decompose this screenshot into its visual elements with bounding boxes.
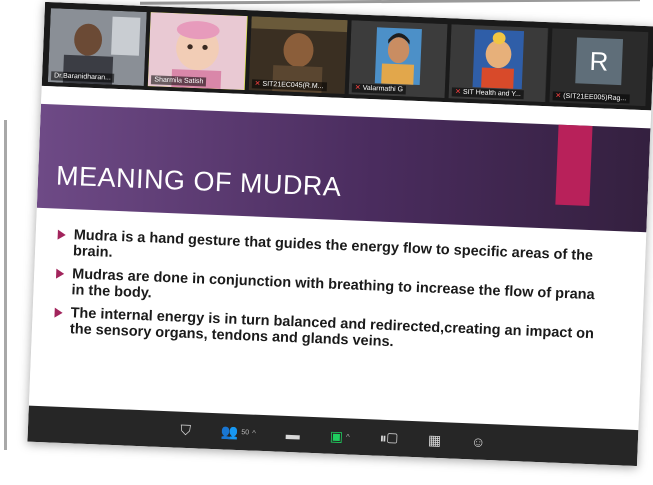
muted-mic-icon: ✕ (354, 84, 361, 92)
muted-mic-icon: ✕ (555, 92, 562, 100)
participant-avatar-initial: R (575, 37, 623, 86)
participant-tile[interactable]: R ✕ (SIT21EE005)Rag... (549, 28, 649, 107)
muted-mic-icon: ✕ (254, 80, 261, 88)
chevron-up-icon[interactable]: ^ (252, 428, 256, 437)
participant-tile[interactable]: ✕ SIT21EC045(R.M... (248, 16, 348, 95)
slide-bullet-list: Mudra is a hand gesture that guides the … (53, 227, 597, 366)
participants-button[interactable]: 👥 50 ^ (221, 423, 257, 441)
slide-accent-bar (555, 124, 593, 206)
participant-tile[interactable]: ✕ Valarmathi G (348, 20, 448, 99)
slide-title-banner: MEANING OF MUDRA (36, 103, 651, 233)
participant-tile[interactable]: Dr.Baranidharan... (47, 8, 148, 86)
background-edge (139, 0, 641, 5)
record-icon: ⏸▢ (379, 429, 399, 446)
slide-title: MEANING OF MUDRA (55, 160, 343, 202)
chat-button[interactable]: ▬ (285, 426, 300, 443)
reactions-icon: ☺ (470, 433, 486, 450)
shield-icon: ⛉ (180, 421, 192, 438)
chat-icon: ▬ (285, 425, 301, 443)
background-edge (4, 120, 7, 450)
grid-icon: ▦ (427, 431, 442, 448)
participant-tile-active-speaker[interactable]: Sharmila Satish (148, 12, 248, 91)
record-button[interactable]: ⏸▢ (379, 429, 398, 447)
security-button[interactable]: ⛉ (180, 421, 191, 438)
muted-mic-icon: ✕ (454, 88, 462, 96)
shared-slide: MEANING OF MUDRA Mudra is a hand gesture… (28, 85, 652, 431)
share-screen-icon: ▣ (329, 427, 344, 444)
share-screen-button[interactable]: ▣ ^ (329, 427, 350, 445)
participants-icon: 👥 (220, 422, 239, 440)
meeting-window-photo: Dr.Baranidharan... Sharmila Satish ✕ SIT… (27, 1, 653, 467)
reactions-button[interactable]: ☺ (471, 433, 486, 450)
breakout-rooms-button[interactable]: ▦ (428, 431, 442, 449)
participant-name: ✕ (SIT21EE005)Rag... (552, 91, 630, 104)
chevron-up-icon[interactable]: ^ (346, 432, 350, 441)
participant-tile[interactable]: ✕ SIT Health and Y... (448, 24, 549, 103)
participant-count: 50 (241, 428, 250, 436)
